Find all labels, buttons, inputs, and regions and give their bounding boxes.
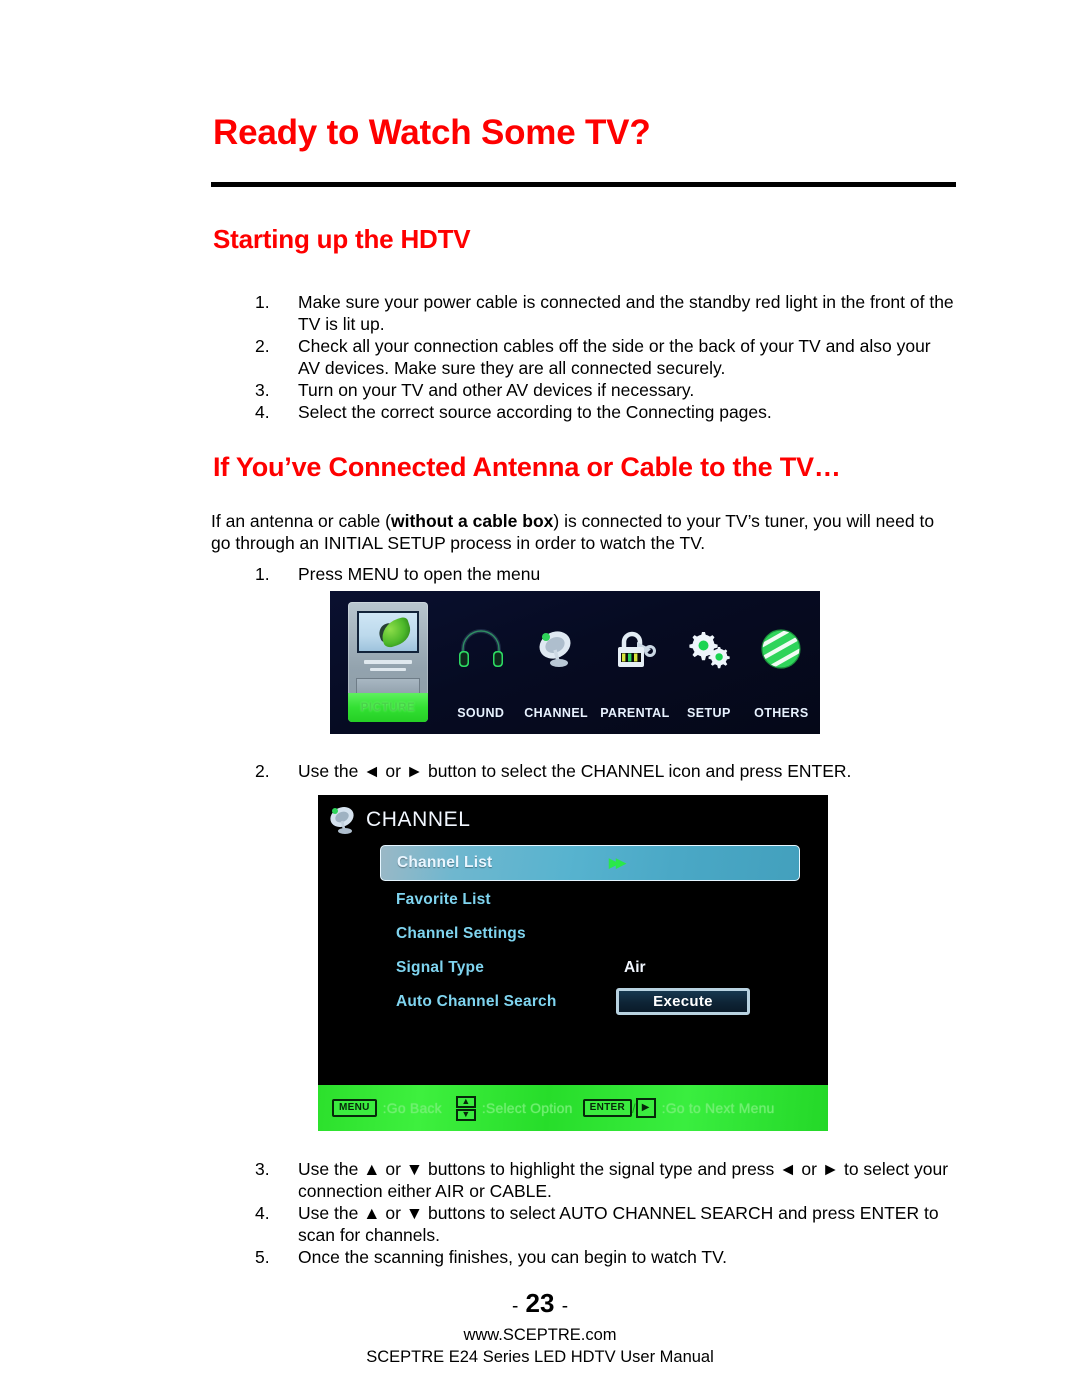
tv-main-menu-screenshot: PICTURE SOUND CHANNEL PARENTAL SETUP OTH… [330,591,820,734]
antenna-steps-top: 1. Press MENU to open the menu [255,563,955,585]
tv-menu-item-label: OTHERS [754,706,809,720]
gears-icon [675,591,743,706]
list-item: 3. Use the ▲ or ▼ buttons to highlight t… [255,1158,955,1202]
padlock-icon [595,591,675,706]
tv-menu-item-label: SOUND [457,706,505,720]
tv-menu-item-label: SETUP [687,706,731,720]
tv-menu-item-sound[interactable]: SOUND [444,591,517,734]
list-item: 1. Make sure your power cable is connect… [255,291,955,335]
list-item-number: 3. [255,380,270,400]
tv-menu-item-others[interactable]: OTHERS [743,591,820,734]
list-item: 2. Check all your connection cables off … [255,335,955,379]
signal-type-value: Air [624,959,646,976]
list-item-number: 4. [255,1203,270,1223]
up-arrow-icon: ▲ [455,1095,476,1108]
list-item-text: Select the correct source according to t… [298,402,772,422]
channel-menu-row-channel-list[interactable]: Channel List ▶▶ [380,845,800,881]
right-arrow-key-icon: ▶ [635,1098,656,1118]
channel-menu-row-label: Favorite List [396,891,491,908]
page-number: - 23 - [0,1288,1080,1319]
menu-key-icon: MENU [332,1099,377,1117]
globe-icon [743,591,820,706]
updown-key-action: :Select Option [481,1100,573,1116]
picture-screen-graphic [357,611,419,653]
list-item: 4. Select the correct source according t… [255,401,955,423]
list-item-number: 1. [255,292,270,312]
list-item: 3. Turn on your TV and other AV devices … [255,379,955,401]
channel-menu-title: CHANNEL [366,808,471,831]
headphones-icon [444,591,517,706]
antenna-steps-bottom: 3. Use the ▲ or ▼ buttons to highlight t… [255,1158,955,1268]
leaf-graphic [377,615,415,650]
list-item-number: 1. [255,564,270,584]
list-item-number: 2. [255,761,270,781]
intro-paragraph-bold: without a cable box [390,511,554,531]
double-right-arrow-icon: ▶▶ [609,855,626,870]
tv-menu-item-parental[interactable]: PARENTAL [595,591,675,734]
intro-paragraph: If an antenna or cable (without a cable … [211,510,944,554]
list-item: 5. Once the scanning finishes, you can b… [255,1246,955,1268]
enter-key-icon: ENTER [582,1099,632,1117]
satellite-dish-icon [330,807,354,834]
execute-button[interactable]: Execute [616,988,750,1015]
page-title: Ready to Watch Some TV? [213,113,651,152]
satellite-dish-icon [518,591,595,706]
list-item-number: 4. [255,402,270,422]
channel-menu-row-label: Channel Settings [396,925,526,942]
intro-paragraph-part1: If an antenna or cable ( [211,511,391,531]
enter-key-action: :Go to Next Menu [661,1100,775,1116]
title-divider [211,182,956,187]
channel-menu-hint-bar: MENU :Go Back ▲ ▼ :Select Option ENTER /… [318,1085,828,1131]
manual-page: Ready to Watch Some TV? Starting up the … [0,0,1080,1397]
list-item-number: 5. [255,1247,270,1267]
section-heading-antenna: If You’ve Connected Antenna or Cable to … [213,452,841,482]
section-heading-startup: Starting up the HDTV [213,224,471,254]
channel-menu-header: CHANNEL [318,801,828,839]
list-item-text: Check all your connection cables off the… [298,336,931,378]
list-item-number: 3. [255,1159,270,1179]
list-item-text: Use the ▲ or ▼ buttons to select AUTO CH… [298,1203,939,1245]
channel-menu-row-auto-channel-search[interactable]: Auto Channel Search Execute [380,985,800,1019]
footer-manual-title: SCEPTRE E24 Series LED HDTV User Manual [366,1348,714,1366]
list-item-text: Once the scanning finishes, you can begi… [298,1247,728,1267]
startup-steps-list: 1. Make sure your power cable is connect… [255,291,955,423]
tv-menu-item-setup[interactable]: SETUP [675,591,743,734]
antenna-steps-mid: 2. Use the ◄ or ► button to select the C… [255,760,955,782]
list-item: 1. Press MENU to open the menu [255,563,955,585]
tv-menu-item-label: PICTURE [360,701,416,714]
picture-tv-icon: PICTURE [348,602,428,722]
up-down-arrows-icon: ▲ ▼ [455,1095,476,1121]
down-arrow-icon: ▼ [455,1108,476,1121]
channel-menu-row-favorite-list[interactable]: Favorite List [380,883,800,917]
channel-menu-options: Channel List ▶▶ Favorite List Channel Se… [380,845,800,1019]
tv-menu-item-label: CHANNEL [524,706,589,720]
page-number-dash-left: - [511,1296,519,1317]
list-item-text: Press MENU to open the menu [298,564,541,584]
picture-selected-label: PICTURE [348,693,428,722]
list-item: 4. Use the ▲ or ▼ buttons to select AUTO… [255,1202,955,1246]
list-item-text: Use the ▲ or ▼ buttons to highlight the … [298,1159,949,1201]
picture-bar-1 [364,660,412,664]
page-number-dash-right: - [561,1296,569,1317]
tv-menu-item-picture[interactable]: PICTURE [330,591,444,734]
channel-menu-row-channel-settings[interactable]: Channel Settings [380,917,800,951]
page-number-value: 23 [525,1288,555,1318]
list-item-text: Use the ◄ or ► button to select the CHAN… [298,761,852,781]
tv-menu-item-channel[interactable]: CHANNEL [518,591,595,734]
tv-menu-item-label: PARENTAL [600,706,670,720]
tv-main-menu-bar: PICTURE SOUND CHANNEL PARENTAL SETUP OTH… [330,591,820,734]
channel-menu-row-label: Auto Channel Search [396,993,557,1010]
menu-key-action: :Go Back [382,1100,442,1116]
picture-bar-2 [370,668,406,671]
list-item-number: 2. [255,336,270,356]
list-item: 2. Use the ◄ or ► button to select the C… [255,760,955,782]
channel-menu-row-signal-type[interactable]: Signal Type Air [380,951,800,985]
tv-channel-menu-screenshot: CHANNEL Channel List ▶▶ Favorite List Ch… [318,795,828,1131]
list-item-text: Turn on your TV and other AV devices if … [298,380,695,400]
channel-menu-row-label: Channel List [397,854,493,871]
execute-button-label: Execute [653,993,713,1010]
list-item-text: Make sure your power cable is connected … [298,292,954,334]
channel-menu-row-label: Signal Type [396,959,485,976]
footer-website: www.SCEPTRE.com [463,1326,617,1344]
